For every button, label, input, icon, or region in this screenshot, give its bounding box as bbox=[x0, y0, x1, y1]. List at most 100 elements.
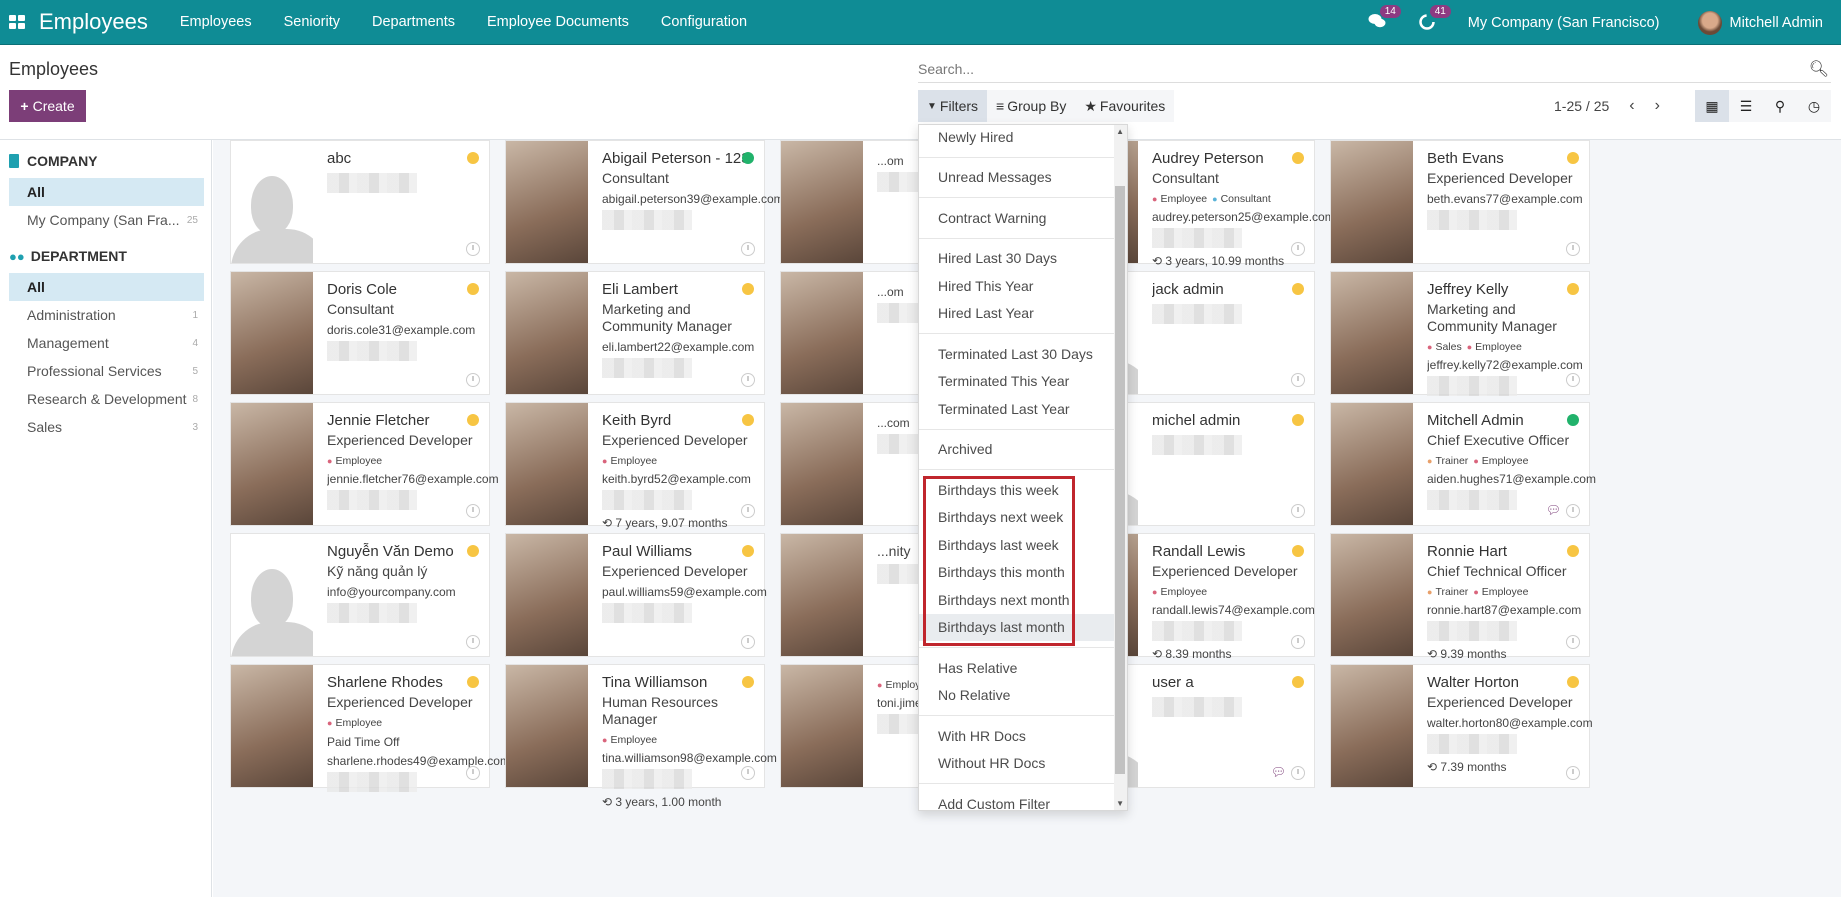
employee-card[interactable]: Eli Lambert Marketing and Community Manag… bbox=[505, 271, 765, 395]
department-item-management[interactable]: Management 4 bbox=[9, 329, 204, 357]
employee-card[interactable]: Walter Horton Experienced Developer walter… bbox=[1330, 664, 1593, 788]
activity-clock-icon[interactable] bbox=[741, 242, 755, 256]
activity-clock-icon[interactable] bbox=[1291, 242, 1305, 256]
activity-clock-icon[interactable] bbox=[741, 766, 755, 780]
activity-clock-icon[interactable] bbox=[466, 242, 480, 256]
activity-clock-icon[interactable] bbox=[466, 504, 480, 518]
department-item-sales[interactable]: Sales 3 bbox=[9, 413, 204, 441]
filter-item-birthdays-this-week[interactable]: Birthdays this week bbox=[919, 476, 1115, 504]
menu-seniority[interactable]: Seniority bbox=[284, 14, 340, 30]
employee-card[interactable]: Tina WilliamsonHuman Resources ManagerEm… bbox=[505, 664, 777, 809]
filter-item-has-relative[interactable]: Has Relative bbox=[919, 654, 1115, 682]
activity-clock-icon[interactable] bbox=[741, 635, 755, 649]
filter-item-hired-this-year[interactable]: Hired This Year bbox=[919, 272, 1115, 300]
pager-previous-button[interactable]: ‹ bbox=[1629, 97, 1634, 115]
employee-card[interactable]: Abigail Peterson - 123 Consultant abigail.… bbox=[505, 140, 784, 264]
activity-clock-icon[interactable] bbox=[1291, 635, 1305, 649]
create-button[interactable]: + Create bbox=[9, 90, 86, 122]
employee-card[interactable]: Sharlene RhodesExperienced DeveloperEmpl… bbox=[230, 664, 510, 792]
filter-item-without-hr-docs[interactable]: Without HR Docs bbox=[919, 750, 1115, 778]
company-switcher[interactable]: My Company (San Francisco) bbox=[1468, 15, 1660, 31]
activity-clock-icon[interactable] bbox=[1291, 373, 1305, 387]
company-item-all[interactable]: All bbox=[9, 178, 204, 206]
dropdown-scrollbar[interactable]: ▲ ▼ bbox=[1114, 125, 1127, 810]
map-view-button[interactable]: ⚲ bbox=[1763, 90, 1797, 122]
group-by-button[interactable]: ≡ Group By bbox=[987, 90, 1075, 122]
search-input[interactable] bbox=[918, 60, 1798, 77]
employee-card[interactable]: abc bbox=[230, 140, 490, 264]
activity-clock-icon[interactable] bbox=[466, 373, 480, 387]
menu-employee-documents[interactable]: Employee Documents bbox=[487, 14, 629, 30]
app-title[interactable]: Employees bbox=[39, 9, 148, 35]
filter-item-birthdays-next-week[interactable]: Birthdays next week bbox=[919, 504, 1115, 532]
pager-value[interactable]: 1-25 / 25 bbox=[1554, 98, 1609, 114]
activity-clock-icon[interactable] bbox=[1566, 373, 1580, 387]
employee-card[interactable]: Doris Cole Consultant doris.cole31@example… bbox=[230, 271, 490, 395]
filter-item-terminated-last-30-days[interactable]: Terminated Last 30 Days bbox=[919, 340, 1115, 368]
activity-clock-icon[interactable] bbox=[1566, 766, 1580, 780]
user-menu[interactable]: Mitchell Admin bbox=[1697, 10, 1823, 35]
filter-item-archived[interactable]: Archived bbox=[919, 436, 1115, 464]
filter-item-birthdays-last-week[interactable]: Birthdays last week bbox=[919, 531, 1115, 559]
activity-view-button[interactable]: ◷ bbox=[1797, 90, 1831, 122]
menu-employees[interactable]: Employees bbox=[180, 14, 252, 30]
filter-item-no-relative[interactable]: No Relative bbox=[919, 682, 1115, 710]
employee-card[interactable]: Mitchell AdminChief Executive OfficerTra… bbox=[1330, 402, 1596, 526]
department-item-professional-services[interactable]: Professional Services 5 bbox=[9, 357, 204, 385]
filter-item-hired-last-30-days[interactable]: Hired Last 30 Days bbox=[919, 245, 1115, 273]
presence-status-icon bbox=[1292, 414, 1304, 426]
filter-item-newly-hired[interactable]: Newly Hired bbox=[919, 125, 1115, 151]
filter-item-contract-warning[interactable]: Contract Warning bbox=[919, 204, 1115, 232]
activity-clock-icon[interactable] bbox=[1566, 504, 1580, 518]
department-item-label: Management bbox=[27, 335, 109, 351]
chat-icon[interactable]: 💬︎ bbox=[1271, 765, 1286, 779]
kanban-view-button[interactable]: ▦ bbox=[1695, 90, 1729, 122]
scroll-up-icon[interactable]: ▲ bbox=[1116, 127, 1124, 136]
filter-item-hired-last-year[interactable]: Hired Last Year bbox=[919, 300, 1115, 328]
apps-menu-icon[interactable] bbox=[9, 15, 25, 29]
employee-card[interactable]: Jeffrey Kelly Marketing and Community Man… bbox=[1330, 271, 1590, 396]
scroll-down-icon[interactable]: ▼ bbox=[1116, 799, 1124, 808]
menu-configuration[interactable]: Configuration bbox=[661, 14, 747, 30]
filter-item-with-hr-docs[interactable]: With HR Docs bbox=[919, 722, 1115, 750]
filter-item-birthdays-this-month[interactable]: Birthdays this month bbox=[919, 559, 1115, 587]
company-item-my-company[interactable]: My Company (San Fra... 25 bbox=[9, 206, 204, 234]
filter-item-birthdays-last-month[interactable]: Birthdays last month bbox=[919, 613, 1115, 641]
employee-card[interactable]: Nguyễn Văn Demo Kỹ năng quản lý info@yourc… bbox=[230, 533, 490, 657]
employee-card[interactable]: Beth Evans Experienced Developer beth.evan… bbox=[1330, 140, 1590, 264]
menu-departments[interactable]: Departments bbox=[372, 14, 455, 30]
department-item-count: 5 bbox=[192, 365, 198, 377]
filter-item-terminated-this-year[interactable]: Terminated This Year bbox=[919, 368, 1115, 396]
chat-icon[interactable]: 💬︎ bbox=[1546, 503, 1561, 517]
list-view-button[interactable]: ☰ bbox=[1729, 90, 1763, 122]
activity-clock-icon[interactable] bbox=[741, 504, 755, 518]
activity-clock-icon[interactable] bbox=[466, 635, 480, 649]
employee-card[interactable]: Keith ByrdExperienced DeveloperEmployeek… bbox=[505, 402, 765, 530]
filter-item-add-custom-filter[interactable]: Add Custom Filter bbox=[919, 790, 1115, 810]
activity-clock-icon[interactable] bbox=[1566, 242, 1580, 256]
employee-card[interactable]: Ronnie HartChief Technical OfficerTraine… bbox=[1330, 533, 1590, 661]
employee-card[interactable]: Paul Williams Experienced Developer paul.w… bbox=[505, 533, 767, 657]
employee-card[interactable]: Jennie FletcherExperienced DeveloperEmpl… bbox=[230, 402, 499, 526]
filter-item-unread-messages[interactable]: Unread Messages bbox=[919, 164, 1115, 192]
filters-button[interactable]: ▼ Filters bbox=[918, 90, 988, 122]
favourites-button[interactable]: ★ Favourites bbox=[1075, 90, 1174, 122]
activity-clock-icon[interactable] bbox=[1291, 504, 1305, 518]
employee-photo bbox=[506, 141, 588, 263]
activities-button[interactable]: 41 bbox=[1418, 4, 1451, 33]
activity-clock-icon[interactable] bbox=[741, 373, 755, 387]
activity-clock-icon[interactable] bbox=[1291, 766, 1305, 780]
search-bar: 🔍︎ bbox=[918, 55, 1831, 83]
filter-item-birthdays-next-month[interactable]: Birthdays next month bbox=[919, 586, 1115, 614]
scrollbar-thumb[interactable] bbox=[1115, 186, 1125, 774]
search-icon[interactable]: 🔍︎ bbox=[1809, 59, 1829, 79]
pager-next-button[interactable]: › bbox=[1655, 97, 1660, 115]
department-item-research-development[interactable]: Research & Development 8 bbox=[9, 385, 204, 413]
activity-clock-icon[interactable] bbox=[1566, 635, 1580, 649]
tag-employee: Employee bbox=[1152, 586, 1207, 598]
filter-item-terminated-last-year[interactable]: Terminated Last Year bbox=[919, 395, 1115, 423]
department-item-administration[interactable]: Administration 1 bbox=[9, 301, 204, 329]
activity-clock-icon[interactable] bbox=[466, 766, 480, 780]
messages-button[interactable]: 14 bbox=[1368, 4, 1401, 33]
department-item-all[interactable]: All bbox=[9, 273, 204, 301]
